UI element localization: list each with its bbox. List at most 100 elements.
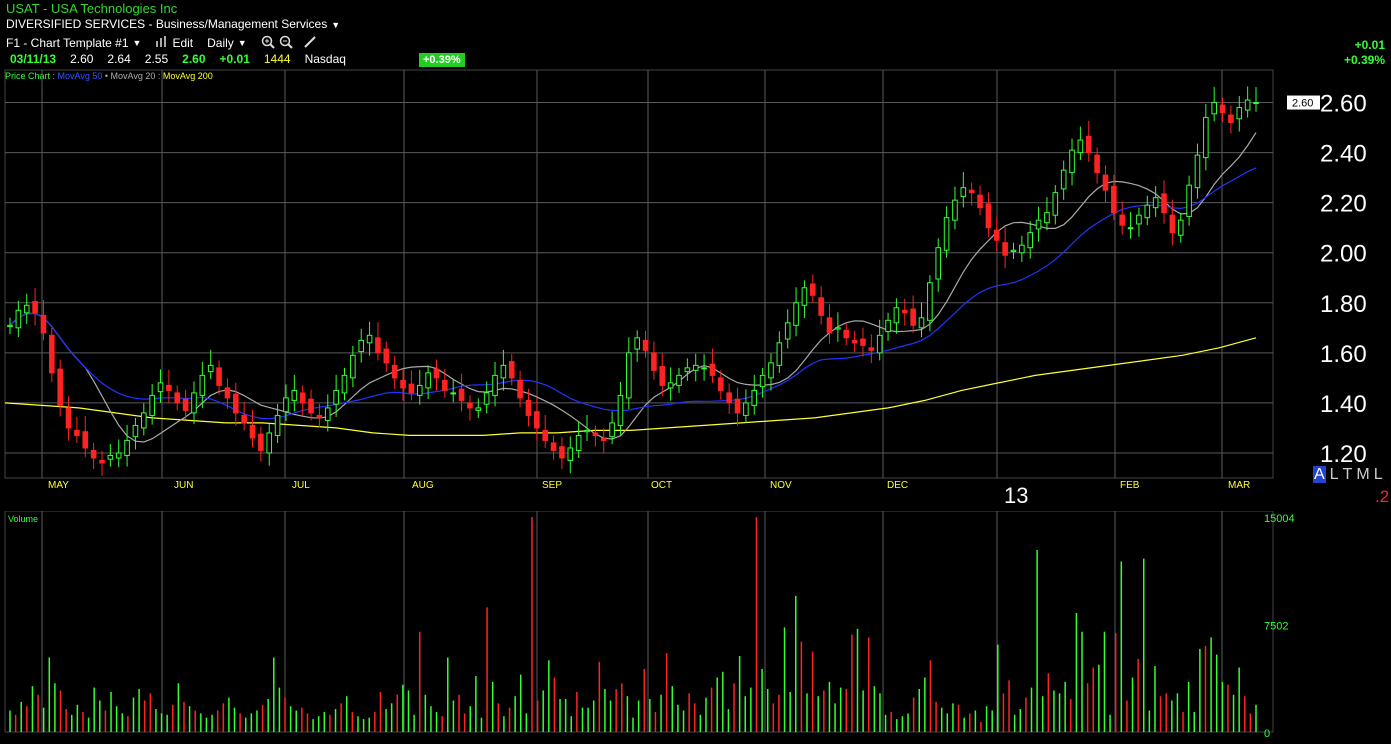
- candle: [1177, 219, 1184, 236]
- volume-frame: [4, 511, 1274, 733]
- candle: [559, 446, 565, 459]
- candle: [199, 374, 206, 396]
- page-indicator: .2: [1375, 487, 1390, 506]
- candle: [960, 187, 967, 197]
- y-tick-label: 1.40: [1320, 391, 1367, 418]
- candle: [166, 384, 172, 391]
- candle: [124, 439, 130, 456]
- candle: [316, 414, 323, 419]
- quote-exchange: Nasdaq: [304, 52, 346, 66]
- candle: [575, 434, 582, 451]
- candle: [1136, 214, 1142, 225]
- volume-tick-label: 15004: [1264, 513, 1295, 525]
- candle: [977, 194, 983, 209]
- timeframe-option[interactable]: A: [1313, 466, 1326, 483]
- candle: [793, 302, 799, 326]
- candle: [308, 398, 314, 414]
- candle: [1111, 185, 1117, 214]
- candle: [600, 437, 607, 441]
- candle: [1219, 104, 1226, 114]
- candle: [483, 392, 490, 405]
- candle: [718, 377, 724, 391]
- candle: [893, 307, 900, 324]
- y-tick-label: 2.20: [1320, 191, 1367, 218]
- candle: [642, 339, 649, 351]
- candle: [876, 334, 883, 354]
- candle: [241, 414, 247, 424]
- candle: [751, 389, 758, 406]
- last-price-value: 2.60: [1292, 98, 1313, 110]
- candle: [500, 364, 507, 379]
- candle: [383, 348, 390, 364]
- year-label: 13: [1004, 483, 1028, 508]
- zoom-in-button[interactable]: [261, 35, 275, 52]
- candle: [684, 367, 691, 373]
- candle: [57, 368, 63, 406]
- candle: [207, 364, 214, 373]
- candle: [542, 429, 548, 441]
- candle: [7, 324, 13, 328]
- edit-button[interactable]: Edit: [155, 36, 193, 50]
- volume-title: Volume: [8, 514, 38, 524]
- candle: [1102, 174, 1109, 191]
- candle: [99, 459, 105, 464]
- template-dropdown[interactable]: F1 - Chart Template #1 ▼: [6, 36, 141, 50]
- candle: [366, 334, 373, 344]
- ma20-line: [9, 132, 1257, 443]
- volume-tick-label: 0: [1264, 728, 1270, 740]
- candle: [74, 429, 80, 436]
- candle: [283, 397, 289, 413]
- candle: [65, 407, 72, 429]
- candle: [408, 383, 415, 394]
- candle: [676, 374, 682, 386]
- timeframe-option[interactable]: T: [1343, 466, 1353, 483]
- candle: [617, 394, 624, 426]
- candle: [784, 322, 791, 340]
- candle: [667, 382, 674, 389]
- candle: [1044, 212, 1050, 224]
- candle: [1085, 135, 1092, 154]
- volume-tick-label: 7502: [1264, 621, 1288, 633]
- timeframe-option[interactable]: M: [1356, 466, 1369, 483]
- candle: [182, 398, 189, 411]
- volume-chart[interactable]: Volume 15004 7502 0: [0, 511, 1391, 744]
- quote-date: 03/11/13: [10, 52, 57, 66]
- candle: [918, 317, 925, 329]
- candle: [626, 352, 632, 399]
- candle: [1019, 244, 1025, 254]
- candle: [450, 392, 457, 395]
- period-label: Daily: [207, 36, 234, 50]
- x-month-label: JUL: [292, 480, 310, 491]
- candle: [860, 338, 866, 346]
- candle: [1119, 214, 1126, 226]
- candle: [818, 297, 824, 316]
- period-dropdown[interactable]: Daily ▼: [207, 36, 247, 50]
- timeframe-option[interactable]: L: [1330, 466, 1339, 483]
- x-month-label: NOV: [770, 480, 792, 491]
- candle: [49, 334, 55, 374]
- candle: [1094, 154, 1100, 174]
- timeframe-selector[interactable]: ALTML: [1313, 466, 1387, 484]
- header: USAT - USA Technologies Inc DIVERSIFIED …: [0, 0, 1391, 70]
- candle: [249, 424, 256, 439]
- candle: [467, 402, 473, 409]
- candle: [734, 398, 741, 414]
- candle: [32, 301, 38, 314]
- candle: [400, 379, 406, 389]
- candle: [492, 374, 498, 396]
- candle: [826, 317, 833, 334]
- candle: [1203, 117, 1209, 159]
- candle: [140, 412, 147, 429]
- x-month-label: FEB: [1120, 480, 1140, 491]
- candle: [333, 389, 339, 405]
- zoom-out-button[interactable]: [279, 35, 293, 52]
- candle: [935, 247, 942, 280]
- draw-tool-button[interactable]: [303, 35, 317, 52]
- sector-selector[interactable]: DIVERSIFIED SERVICES - Business/Manageme…: [6, 17, 340, 31]
- timeframe-option[interactable]: L: [1374, 466, 1383, 483]
- pencil-icon: [303, 35, 317, 52]
- ma50-line: [9, 167, 1257, 420]
- candle: [534, 411, 540, 429]
- x-month-label: MAR: [1228, 480, 1250, 491]
- price-chart[interactable]: 1.20 1.40 1.60 1.80 2.00 2.20 2.40 2.60 MAY JUN JU…: [0, 68, 1391, 511]
